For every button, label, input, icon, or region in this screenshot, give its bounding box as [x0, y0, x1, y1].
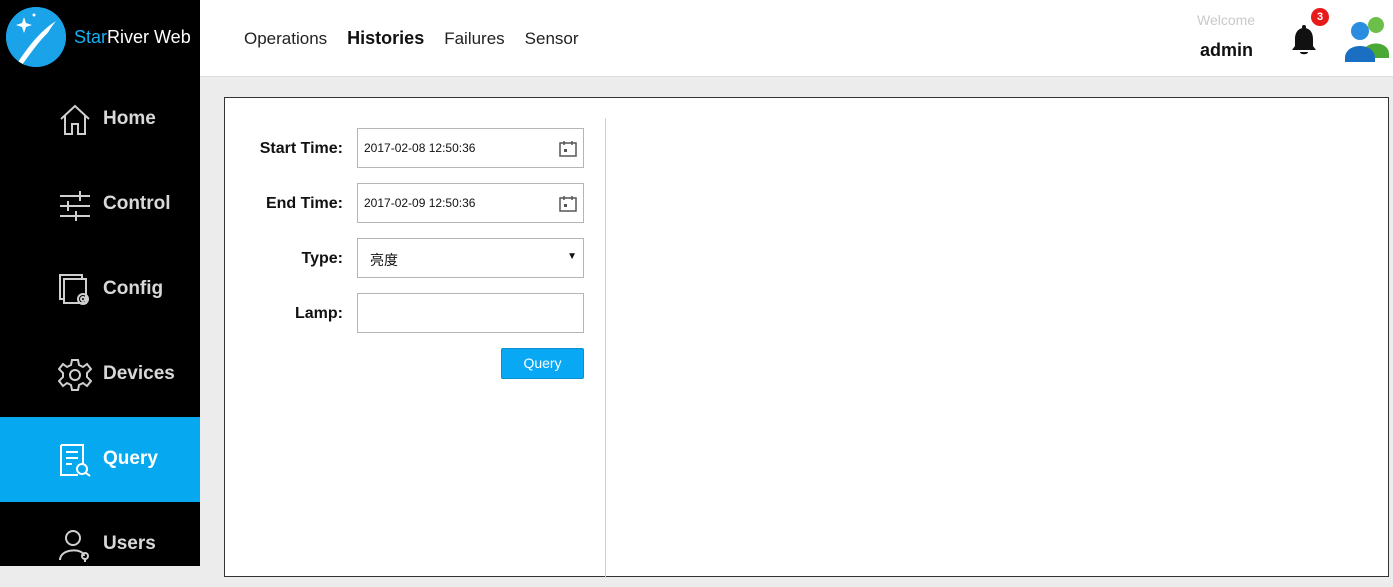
bell-icon[interactable]	[1290, 24, 1318, 58]
calendar-icon[interactable]	[559, 195, 577, 212]
lamp-input[interactable]	[358, 294, 548, 332]
query-panel: Start Time: End Time: Type: 亮度 ▼ Lamp: Q…	[224, 97, 1389, 578]
sidebar-item-label: Home	[103, 108, 156, 129]
config-icon	[58, 273, 92, 307]
top-header: StarRiver Web Operations Histories Failu…	[0, 0, 1393, 77]
sidebar-item-control[interactable]: Control	[0, 162, 200, 247]
sidebar-item-query[interactable]: Query	[0, 417, 200, 502]
end-time-input[interactable]	[358, 184, 548, 222]
sidebar-item-home[interactable]: Home	[0, 77, 200, 162]
end-time-field[interactable]	[357, 183, 584, 223]
top-nav: Operations Histories Failures Sensor	[244, 28, 579, 49]
panel-divider	[605, 118, 606, 578]
start-time-input[interactable]	[358, 129, 548, 167]
start-time-field[interactable]	[357, 128, 584, 168]
sidebar-item-label: Control	[103, 193, 171, 214]
brand-name-accent: Star	[74, 27, 108, 47]
end-time-label: End Time:	[265, 195, 343, 212]
sidebar-item-config[interactable]: Config	[0, 247, 200, 332]
brand-name-rest: River Web	[107, 27, 191, 47]
sidebar-item-users[interactable]: Users	[0, 502, 200, 587]
gear-icon	[57, 358, 93, 392]
sidebar-item-label: Users	[103, 533, 156, 554]
query-doc-icon	[58, 443, 92, 477]
nav-sensor[interactable]: Sensor	[525, 29, 579, 49]
sidebar-item-label: Query	[103, 448, 158, 469]
brand-name: StarRiver Web	[74, 27, 191, 48]
notification-badge: 3	[1311, 8, 1329, 26]
calendar-icon[interactable]	[559, 140, 577, 157]
lamp-field[interactable]	[357, 293, 584, 333]
nav-operations[interactable]: Operations	[244, 29, 327, 49]
start-time-label: Start Time:	[259, 140, 343, 157]
welcome-text: Welcome	[1197, 12, 1256, 28]
home-icon	[58, 103, 92, 137]
user-icon	[58, 528, 92, 562]
user-avatar-icon[interactable]	[1343, 14, 1393, 62]
username: admin	[1200, 40, 1254, 60]
lamp-label: Lamp:	[295, 305, 343, 322]
sidebar-item-label: Config	[103, 278, 164, 299]
brand-area: StarRiver Web	[0, 0, 200, 77]
sliders-icon	[58, 188, 92, 222]
dropdown-caret-icon: ▼	[567, 251, 577, 262]
sidebar: Home Control Config Devices Query Users	[0, 77, 200, 566]
sidebar-item-devices[interactable]: Devices	[0, 332, 200, 417]
query-button[interactable]: Query	[501, 348, 584, 379]
type-select[interactable]: 亮度 ▼	[357, 238, 584, 278]
starriver-logo[interactable]	[6, 7, 66, 67]
nav-failures[interactable]: Failures	[444, 29, 504, 49]
sidebar-item-label: Devices	[103, 363, 175, 384]
nav-histories[interactable]: Histories	[347, 28, 424, 49]
type-label: Type:	[301, 250, 343, 267]
type-selected-value: 亮度	[370, 252, 398, 268]
